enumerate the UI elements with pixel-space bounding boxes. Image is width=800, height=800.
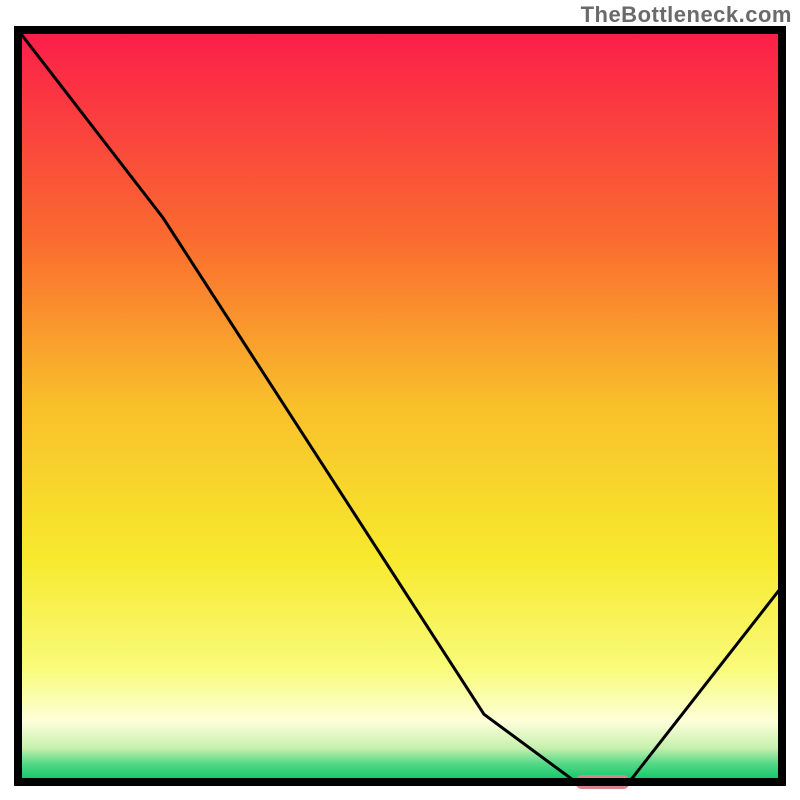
plot-background xyxy=(18,30,782,782)
bottleneck-chart xyxy=(0,0,800,800)
attribution-label: TheBottleneck.com xyxy=(581,2,792,28)
chart-container: TheBottleneck.com xyxy=(0,0,800,800)
